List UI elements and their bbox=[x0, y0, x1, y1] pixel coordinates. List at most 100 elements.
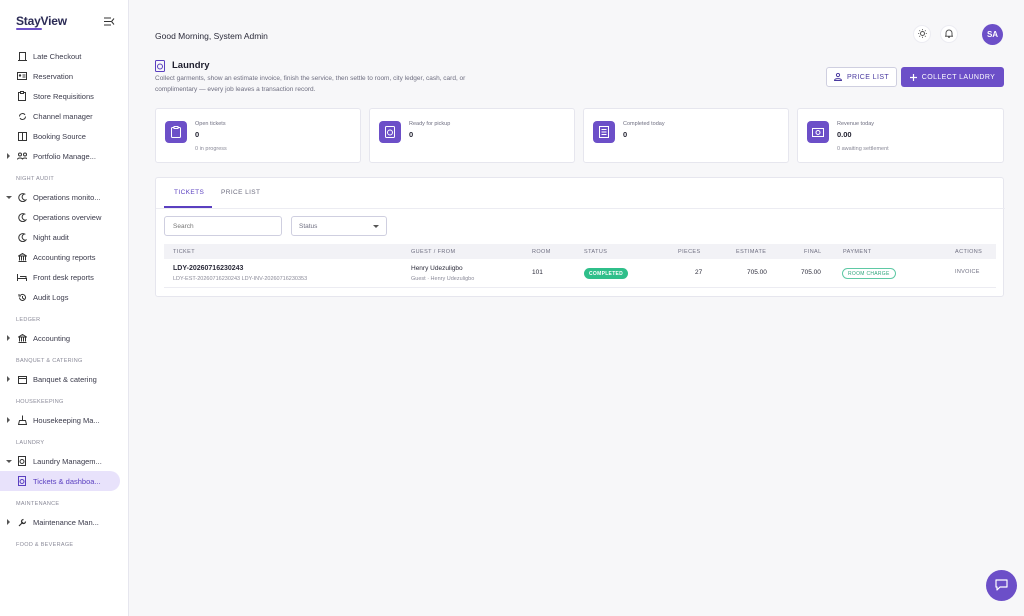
column-header: ESTIMATE bbox=[736, 249, 767, 255]
page-description: Collect garments, show an estimate invoi… bbox=[155, 75, 466, 93]
sidebar-item-label: Channel manager bbox=[33, 111, 93, 121]
sidebar-nav: Late Checkout Reservation Store Requisit… bbox=[0, 46, 128, 553]
price-list-button[interactable]: PRICE LIST bbox=[826, 67, 897, 87]
tab-divider bbox=[156, 208, 1005, 209]
clipboard-icon bbox=[165, 121, 187, 143]
stat-value: 0.00 bbox=[837, 130, 852, 139]
moon-icon bbox=[17, 232, 27, 242]
collapse-caret-icon[interactable] bbox=[6, 196, 12, 199]
stat-sub: 0 in progress bbox=[195, 146, 227, 152]
plus-icon bbox=[909, 73, 917, 81]
sidebar-item-portfolio-management[interactable]: Portfolio Manage... bbox=[0, 146, 128, 166]
column-header: GUEST / FROM bbox=[411, 249, 456, 255]
book-icon bbox=[17, 131, 27, 141]
sidebar-item-banquet-catering[interactable]: Banquet & catering bbox=[0, 369, 128, 389]
chat-bubble-icon bbox=[995, 578, 1008, 593]
sidebar-item-label: Operations monito... bbox=[33, 192, 101, 202]
broom-icon bbox=[17, 415, 27, 425]
search-input[interactable] bbox=[164, 216, 282, 236]
tab-price-list[interactable]: PRICE LIST bbox=[221, 189, 260, 196]
notifications-button[interactable] bbox=[940, 25, 958, 43]
sidebar-item-label: Laundry Managem... bbox=[33, 456, 102, 466]
collapse-sidebar-icon[interactable] bbox=[102, 14, 116, 28]
sun-icon bbox=[917, 28, 927, 40]
sidebar-item-operations-monitor[interactable]: Operations monito... bbox=[0, 187, 128, 207]
sidebar-item-label: Store Requisitions bbox=[33, 91, 94, 101]
column-header: PAYMENT bbox=[843, 249, 872, 255]
calendar-icon bbox=[17, 374, 27, 384]
sidebar-item-label: Reservation bbox=[33, 71, 74, 81]
sidebar-item-label: Maintenance Man... bbox=[33, 517, 99, 527]
sidebar-item-laundry-management[interactable]: Laundry Managem... bbox=[0, 451, 128, 471]
sidebar-item-label: Operations overview bbox=[33, 212, 102, 222]
laundry-icon bbox=[17, 456, 27, 466]
sidebar-item-reservation[interactable]: Reservation bbox=[0, 66, 128, 86]
collect-laundry-label: COLLECT LAUNDRY bbox=[921, 73, 996, 81]
column-header: TICKET bbox=[173, 249, 195, 255]
sidebar-item-label: Front desk reports bbox=[33, 272, 94, 282]
sidebar-item-label: Late Checkout bbox=[33, 51, 82, 61]
stat-label: Open tickets bbox=[195, 121, 226, 127]
sidebar-item-audit-logs[interactable]: Audit Logs bbox=[0, 287, 128, 307]
sidebar-item-accounting[interactable]: Accounting bbox=[0, 328, 128, 348]
bed-icon bbox=[17, 272, 27, 282]
stat-value: 0 bbox=[195, 130, 200, 139]
person-icon bbox=[833, 73, 842, 81]
expand-caret-icon[interactable] bbox=[7, 335, 10, 341]
sidebar-item-front-desk-reports[interactable]: Front desk reports bbox=[0, 267, 128, 287]
stat-label: Revenue today bbox=[837, 121, 874, 127]
section-night-audit: NIGHT AUDIT bbox=[16, 176, 55, 182]
sidebar-item-label: Accounting bbox=[33, 333, 71, 343]
sidebar: StayView Late Checkout Reservation Store… bbox=[0, 0, 129, 616]
sync-icon bbox=[17, 111, 27, 121]
sidebar-item-tickets-dashboard[interactable]: Tickets & dashboa... bbox=[0, 471, 120, 491]
expand-caret-icon[interactable] bbox=[7, 376, 10, 382]
collapse-caret-icon[interactable] bbox=[6, 460, 12, 463]
sidebar-item-late-checkout[interactable]: Late Checkout bbox=[0, 46, 128, 66]
greeting-text: Good Morning, System Admin bbox=[155, 31, 268, 41]
sidebar-item-accounting-reports[interactable]: Accounting reports bbox=[0, 247, 128, 267]
laundry-icon bbox=[155, 60, 165, 74]
sidebar-item-channel-manager[interactable]: Channel manager bbox=[0, 106, 128, 126]
tab-tickets[interactable]: TICKETS bbox=[174, 189, 204, 196]
chat-button[interactable] bbox=[986, 570, 1017, 601]
user-avatar[interactable]: SA bbox=[982, 24, 1003, 45]
moon-icon bbox=[17, 212, 27, 222]
table-row[interactable]: LDY-20260716230243 LDY-EST-2026071623024… bbox=[164, 259, 996, 288]
app-logo[interactable]: StayView bbox=[16, 14, 67, 28]
payment-badge: ROOM CHARGE bbox=[842, 268, 896, 279]
sidebar-item-housekeeping[interactable]: Housekeeping Ma... bbox=[0, 410, 128, 430]
sidebar-item-label: Accounting reports bbox=[33, 252, 96, 262]
column-header: ACTIONS bbox=[955, 249, 983, 255]
sidebar-item-label: Night audit bbox=[33, 232, 69, 242]
wrench-icon bbox=[17, 517, 27, 527]
stat-card-open-tickets: Open tickets 0 0 in progress bbox=[155, 108, 361, 163]
bank-icon bbox=[17, 333, 27, 343]
sidebar-item-operations-overview[interactable]: Operations overview bbox=[0, 207, 128, 227]
invoice-link[interactable]: INVOICE bbox=[955, 269, 980, 275]
sidebar-item-night-audit[interactable]: Night audit bbox=[0, 227, 128, 247]
laundry-icon bbox=[379, 121, 401, 143]
history-icon bbox=[17, 292, 27, 302]
bell-icon bbox=[944, 29, 954, 40]
receipt-icon bbox=[593, 121, 615, 143]
collect-laundry-button[interactable]: COLLECT LAUNDRY bbox=[901, 67, 1004, 87]
ticket-number[interactable]: LDY-20260716230243 bbox=[173, 265, 243, 272]
expand-caret-icon[interactable] bbox=[7, 519, 10, 525]
expand-caret-icon[interactable] bbox=[7, 417, 10, 423]
table-header: TICKET GUEST / FROM ROOM STATUS PIECES E… bbox=[164, 244, 996, 259]
expand-caret-icon[interactable] bbox=[7, 153, 10, 159]
sidebar-item-label: Tickets & dashboa... bbox=[33, 476, 101, 486]
sidebar-item-store-requisitions[interactable]: Store Requisitions bbox=[0, 86, 128, 106]
moon-icon bbox=[17, 192, 27, 202]
bank-icon bbox=[17, 252, 27, 262]
status-select[interactable]: Status bbox=[291, 216, 387, 236]
stat-label: Ready for pickup bbox=[409, 121, 451, 127]
stat-card-ready-pickup: Ready for pickup 0 bbox=[369, 108, 575, 163]
people-icon bbox=[17, 151, 27, 161]
final-amount: 705.00 bbox=[801, 269, 821, 276]
stat-card-completed-today: Completed today 0 bbox=[583, 108, 789, 163]
theme-toggle-button[interactable] bbox=[913, 25, 931, 43]
sidebar-item-maintenance[interactable]: Maintenance Man... bbox=[0, 512, 128, 532]
sidebar-item-booking-source[interactable]: Booking Source bbox=[0, 126, 128, 146]
